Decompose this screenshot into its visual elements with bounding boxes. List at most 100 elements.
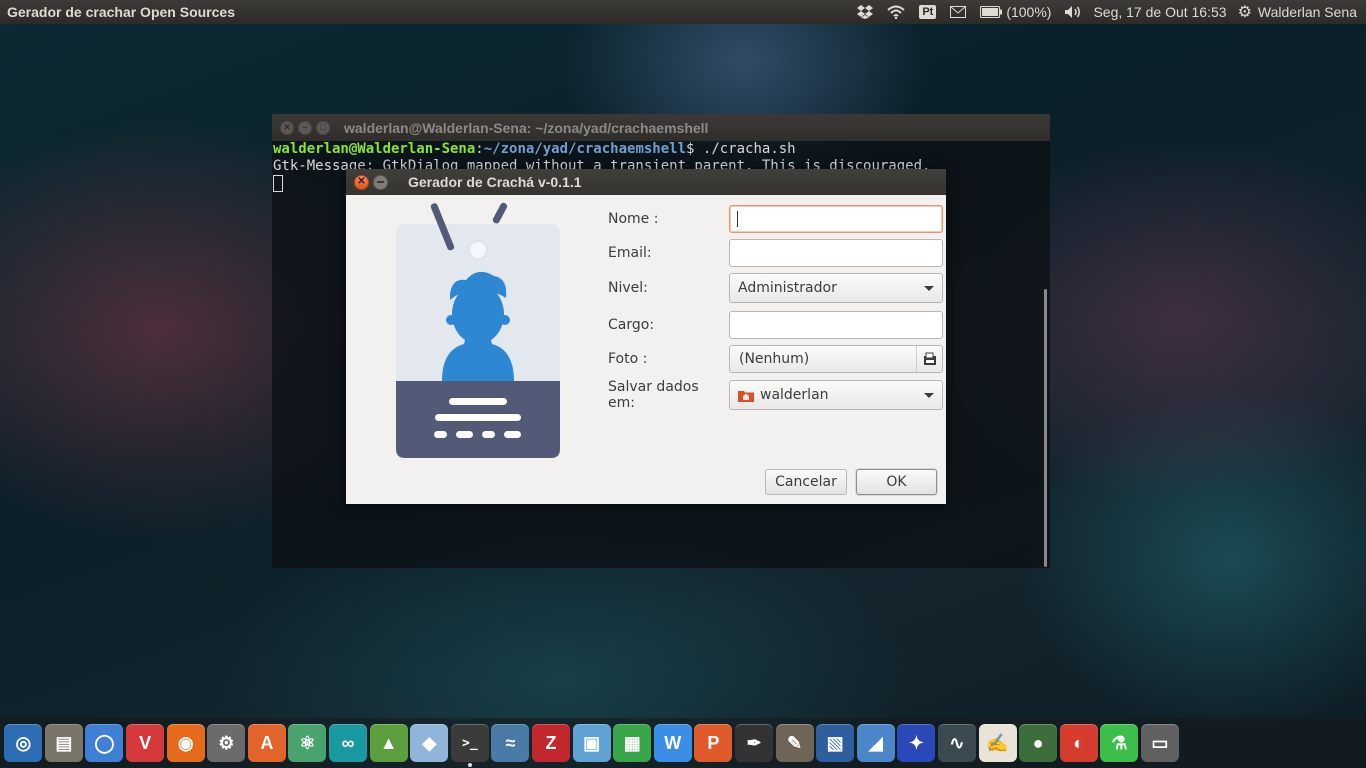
atom-icon[interactable]: ⚛ bbox=[288, 724, 327, 762]
top-panel: Gerador de crachar Open Sources Pt (100%… bbox=[0, 0, 1366, 24]
email-input[interactable] bbox=[729, 239, 943, 267]
dock-item[interactable]: ◎ bbox=[3, 724, 44, 762]
system-settings-icon[interactable]: ⚙ bbox=[207, 724, 246, 762]
nome-input[interactable] bbox=[729, 205, 943, 233]
dock-item[interactable]: >_ bbox=[450, 724, 491, 767]
open-file-icon[interactable] bbox=[916, 346, 942, 372]
salvar-selected-value: walderlan bbox=[760, 387, 829, 403]
dock-item[interactable]: ◉ bbox=[165, 724, 206, 762]
android-studio-icon[interactable]: ▲ bbox=[369, 724, 408, 762]
dock-item[interactable]: ∿ bbox=[937, 724, 978, 762]
dock-item[interactable]: ◯ bbox=[84, 724, 125, 762]
dock-item[interactable]: ▣ bbox=[571, 724, 612, 762]
image-viewer-icon[interactable]: ▣ bbox=[572, 724, 611, 762]
ubuntu-dash-icon[interactable]: ◎ bbox=[4, 724, 43, 762]
dock-item[interactable]: ✒ bbox=[734, 724, 775, 762]
chromium-icon[interactable]: ◯ bbox=[85, 724, 124, 762]
dock-item[interactable]: ▧ bbox=[815, 724, 856, 762]
minimize-icon[interactable]: – bbox=[298, 120, 312, 135]
close-icon[interactable]: ✕ bbox=[280, 120, 294, 135]
system-monitor-icon[interactable]: ∿ bbox=[937, 724, 976, 762]
dock-item[interactable]: A bbox=[247, 724, 288, 762]
dock-item[interactable]: W bbox=[653, 724, 694, 762]
dialog-titlebar[interactable]: ✕ Gerador de Crachá v-0.1.1 bbox=[346, 169, 946, 195]
arduino-icon[interactable]: ∞ bbox=[329, 724, 368, 762]
virtualbox-icon[interactable]: ▧ bbox=[816, 724, 855, 762]
foto-label: Foto : bbox=[608, 351, 648, 367]
dock-item[interactable]: ◆ bbox=[409, 724, 450, 762]
terminal-titlebar[interactable]: ✕ – □ walderlan@Walderlan-Sena: ~/zona/y… bbox=[272, 114, 1050, 141]
dock-item[interactable]: ▭ bbox=[1140, 724, 1181, 762]
gimp-icon[interactable]: ✎ bbox=[775, 724, 814, 762]
dock-item[interactable]: ⚗ bbox=[1099, 724, 1140, 762]
battery-indicator[interactable]: (100%) bbox=[973, 0, 1057, 24]
terminal-prompt-line: walderlan@Walderlan-Sena:~/zona/yad/crac… bbox=[273, 141, 1050, 158]
salvar-label: Salvar dados em: bbox=[608, 379, 699, 411]
dock-item[interactable]: ● bbox=[1018, 724, 1059, 762]
firefox-icon[interactable]: ◉ bbox=[166, 724, 205, 762]
row-nome: Nome : bbox=[608, 205, 943, 233]
cargo-input[interactable] bbox=[729, 311, 943, 339]
colors-app-icon[interactable]: ◐ bbox=[1059, 724, 1098, 762]
ok-button[interactable]: OK bbox=[856, 469, 937, 495]
maximize-icon[interactable]: □ bbox=[316, 120, 330, 135]
terminal-icon[interactable]: >_ bbox=[450, 724, 489, 762]
dock-item[interactable]: P bbox=[693, 724, 734, 762]
terminal-scrollbar[interactable] bbox=[1044, 289, 1047, 567]
terminal-cursor bbox=[273, 175, 283, 192]
dock-item[interactable]: ▲ bbox=[368, 724, 409, 762]
email-label: Email: bbox=[608, 245, 652, 261]
globe-icon[interactable]: ● bbox=[1019, 724, 1058, 762]
minimize-icon[interactable] bbox=[373, 174, 388, 190]
session-menu[interactable]: ⚙ Walderlan Sena bbox=[1231, 0, 1366, 24]
dock-item[interactable]: ✍ bbox=[977, 724, 1018, 762]
filezilla-icon[interactable]: Z bbox=[532, 724, 571, 762]
dock-item[interactable]: ▤ bbox=[44, 724, 85, 762]
chevron-down-icon bbox=[924, 392, 934, 398]
id-badge-illustration bbox=[396, 202, 560, 458]
dock-item[interactable]: ▦ bbox=[612, 724, 653, 762]
keyboard-layout-indicator[interactable]: Pt bbox=[912, 0, 943, 24]
app-beaker-icon[interactable]: ⚗ bbox=[1100, 724, 1139, 762]
volume-icon[interactable] bbox=[1057, 0, 1089, 24]
wps-presentation-icon[interactable]: P bbox=[694, 724, 733, 762]
mail-icon[interactable] bbox=[943, 0, 973, 24]
salvar-folder-select[interactable]: walderlan bbox=[729, 380, 943, 410]
files-icon[interactable]: ▤ bbox=[44, 724, 83, 762]
vivaldi-icon[interactable]: V bbox=[126, 724, 165, 762]
trash-icon[interactable]: ▭ bbox=[1140, 724, 1179, 762]
dock-item[interactable]: ✦ bbox=[896, 724, 937, 762]
mysql-workbench-icon[interactable]: ≈ bbox=[491, 724, 530, 762]
dock-item[interactable]: ⚛ bbox=[287, 724, 328, 762]
dock-item[interactable]: ◐ bbox=[1058, 724, 1099, 762]
software-center-icon[interactable]: A bbox=[247, 724, 286, 762]
wps-writer-icon[interactable]: W bbox=[653, 724, 692, 762]
libreoffice-calc-icon[interactable]: ▦ bbox=[613, 724, 652, 762]
close-icon[interactable]: ✕ bbox=[354, 174, 369, 190]
text-editor-icon[interactable]: ✍ bbox=[978, 724, 1017, 762]
dock-item[interactable]: ≈ bbox=[490, 724, 531, 762]
dock-item[interactable]: ∞ bbox=[328, 724, 369, 762]
wireshark-icon[interactable]: ◢ bbox=[856, 724, 895, 762]
nivel-selected-value: Administrador bbox=[738, 280, 837, 296]
cancel-button[interactable]: Cancelar bbox=[765, 469, 847, 495]
indicator-area: Pt (100%) Seg, 17 de Out 16:53 ⚙ Walderl… bbox=[850, 0, 1366, 24]
virtual-box-3d-icon[interactable]: ◆ bbox=[410, 724, 449, 762]
dock-item[interactable]: Z bbox=[531, 724, 572, 762]
nivel-label: Nivel: bbox=[608, 280, 648, 296]
foto-file-chooser[interactable]: (Nenhum) bbox=[729, 345, 943, 373]
nivel-select[interactable]: Administrador bbox=[729, 273, 943, 303]
dock-item[interactable]: V bbox=[125, 724, 166, 762]
wifi-icon[interactable] bbox=[880, 0, 912, 24]
clock[interactable]: Seg, 17 de Out 16:53 bbox=[1089, 0, 1230, 24]
dock-item[interactable]: ⚙ bbox=[206, 724, 247, 762]
dropbox-icon[interactable] bbox=[850, 0, 880, 24]
row-foto: Foto : (Nenhum) bbox=[608, 345, 943, 373]
dock-item[interactable]: ◢ bbox=[855, 724, 896, 762]
inkscape-icon[interactable]: ✒ bbox=[734, 724, 773, 762]
dock-item[interactable]: ✎ bbox=[774, 724, 815, 762]
battery-percent: (100%) bbox=[1006, 4, 1052, 20]
running-indicator bbox=[467, 763, 472, 767]
weather-app-icon[interactable]: ✦ bbox=[897, 724, 936, 762]
battery-icon bbox=[980, 6, 1003, 18]
